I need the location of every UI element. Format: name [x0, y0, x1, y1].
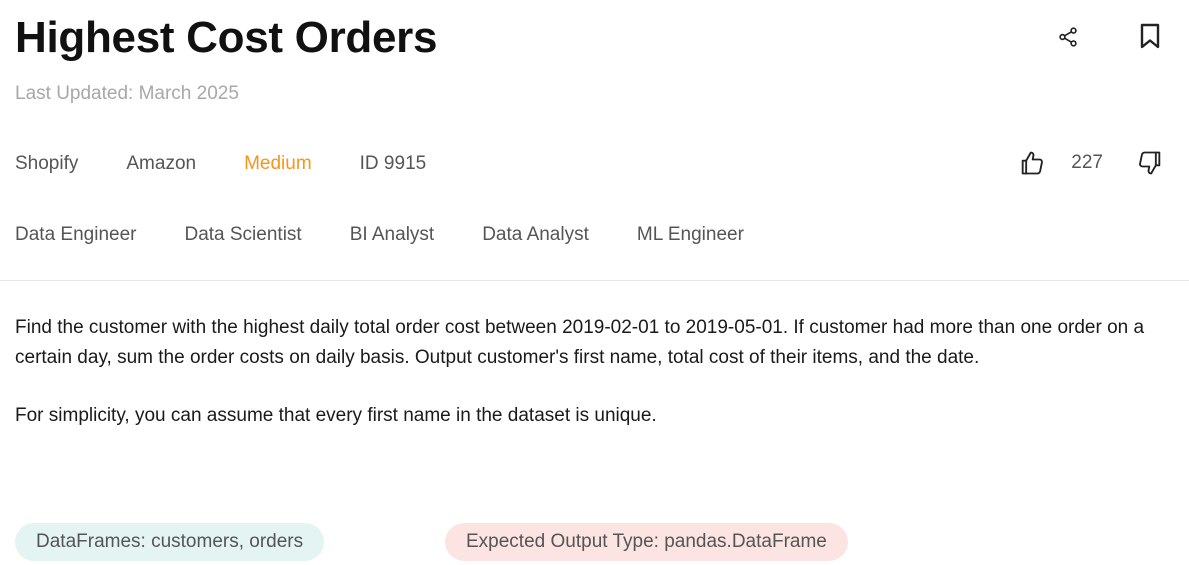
dataframes-chip: DataFrames: customers, orders	[15, 523, 325, 561]
company-tag[interactable]: Amazon	[126, 153, 196, 175]
description-paragraph: For simplicity, you can assume that ever…	[15, 405, 657, 426]
bookmark-icon	[1140, 23, 1160, 49]
company-tag[interactable]: Shopify	[15, 153, 78, 175]
vote-count: 227	[1071, 152, 1103, 173]
share-button[interactable]	[1052, 21, 1084, 53]
share-icon	[1059, 27, 1077, 47]
role-tag[interactable]: Data Scientist	[184, 224, 301, 246]
question-page: Highest Cost Orders Last Updated: March …	[0, 0, 1189, 565]
role-tag[interactable]: ML Engineer	[637, 224, 744, 246]
section-divider	[0, 280, 1189, 281]
role-tag[interactable]: BI Analyst	[350, 224, 435, 246]
last-updated: Last Updated: March 2025	[15, 83, 239, 104]
bookmark-button[interactable]	[1134, 20, 1166, 52]
output-type-chip: Expected Output Type: pandas.DataFrame	[445, 523, 848, 561]
role-tag[interactable]: Data Engineer	[15, 224, 136, 246]
downvote-button[interactable]	[1133, 146, 1167, 180]
role-tag[interactable]: Data Analyst	[482, 224, 589, 246]
thumbs-down-icon	[1139, 151, 1161, 175]
question-description: Find the customer with the highest daily…	[15, 313, 1175, 431]
page-title: Highest Cost Orders	[15, 13, 438, 62]
difficulty-badge: Medium	[244, 153, 312, 174]
thumbs-up-icon	[1022, 151, 1044, 175]
question-id: ID 9915	[359, 153, 427, 174]
question-meta: Shopify Amazon Medium ID 9915	[15, 151, 426, 177]
description-paragraph: Find the customer with the highest daily…	[15, 317, 1145, 368]
upvote-button[interactable]	[1015, 146, 1049, 180]
vote-controls: 227	[1015, 146, 1167, 180]
role-tags: Data Engineer Data Scientist BI Analyst …	[15, 222, 792, 248]
